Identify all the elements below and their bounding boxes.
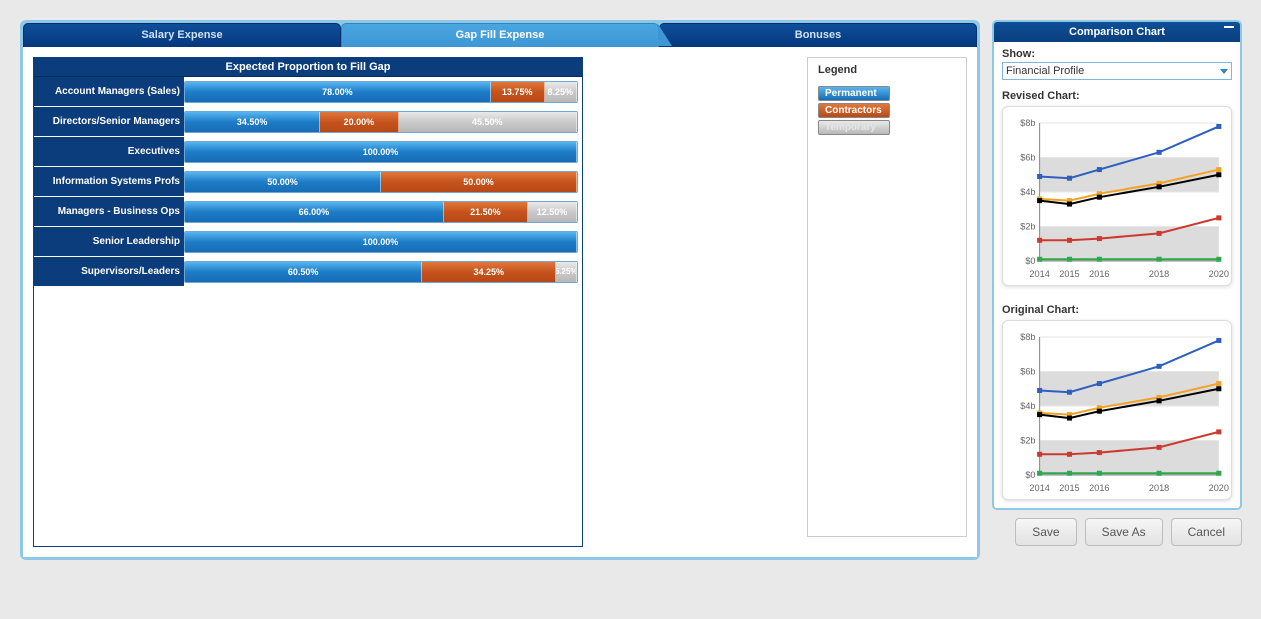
bar-track: 50.00%50.00%: [184, 171, 578, 193]
segment-contractors: 20.00%: [320, 112, 398, 132]
legend-title: Legend: [818, 64, 956, 76]
right-sidebar: Comparison Chart Show: Financial Profile…: [992, 20, 1242, 560]
segment-temporary: 5.25%: [556, 262, 577, 282]
svg-text:$0: $0: [1025, 470, 1035, 480]
bar-row: Account Managers (Sales)78.00%13.75%8.25…: [34, 77, 582, 107]
comparison-title: Comparison Chart: [1069, 26, 1165, 38]
bar-row-label: Directors/Senior Managers: [34, 107, 184, 136]
svg-text:2018: 2018: [1149, 483, 1169, 493]
segment-contractors: 34.25%: [422, 262, 556, 282]
show-select[interactable]: Financial Profile: [1002, 62, 1232, 80]
action-buttons: Save Save As Cancel: [992, 518, 1242, 546]
svg-text:2020: 2020: [1209, 483, 1229, 493]
legend-item-contractors: Contractors: [818, 103, 890, 118]
original-chart-title: Original Chart:: [1002, 304, 1232, 316]
segment-permanent: 50.00%: [185, 172, 381, 192]
bar-track: 100.00%: [184, 141, 578, 163]
svg-text:$4b: $4b: [1020, 187, 1035, 197]
svg-text:2014: 2014: [1029, 269, 1049, 279]
bar-row-label: Account Managers (Sales): [34, 77, 184, 106]
svg-text:$0: $0: [1025, 256, 1035, 266]
segment-permanent: 78.00%: [185, 82, 491, 102]
bar-row: Executives100.00%: [34, 137, 582, 167]
segment-temporary: 8.25%: [545, 82, 577, 102]
segment-permanent: 34.50%: [185, 112, 320, 132]
chevron-down-icon: [1220, 69, 1228, 74]
svg-text:$6b: $6b: [1020, 153, 1035, 163]
bar-row: Directors/Senior Managers34.50%20.00%45.…: [34, 107, 582, 137]
revised-chart-title: Revised Chart:: [1002, 90, 1232, 102]
segment-permanent: 100.00%: [185, 142, 577, 162]
svg-text:2016: 2016: [1089, 269, 1109, 279]
bar-row-label: Executives: [34, 137, 184, 166]
comparison-header: Comparison Chart: [994, 22, 1240, 42]
segment-temporary: 45.50%: [399, 112, 577, 132]
original-chart: $0 $2b $4b $6b $8b 2014 2015 2016 2018 2020: [1002, 320, 1232, 500]
legend-item-permanent: Permanent: [818, 86, 890, 101]
bar-row: Information Systems Profs50.00%50.00%: [34, 167, 582, 197]
revised-chart: $0 $2b $4b $6b $8b 2014 2015 2016 2018 2020: [1002, 106, 1232, 286]
stacked-bar-chart: Expected Proportion to Fill Gap Account …: [33, 57, 583, 547]
main-panel: Salary Expense Gap Fill Expense Bonuses …: [20, 20, 980, 560]
tab-bonuses[interactable]: Bonuses: [659, 23, 977, 47]
show-select-value: Financial Profile: [1006, 65, 1084, 77]
tab-content: Expected Proportion to Fill Gap Account …: [23, 47, 977, 557]
bar-track: 60.50%34.25%5.25%: [184, 261, 578, 283]
tab-bar: Salary Expense Gap Fill Expense Bonuses: [23, 23, 977, 47]
svg-text:2016: 2016: [1089, 483, 1109, 493]
legend-panel: Legend Permanent Contractors Temporary: [807, 57, 967, 537]
tab-gap-fill-expense[interactable]: Gap Fill Expense: [341, 23, 659, 47]
svg-text:2015: 2015: [1059, 483, 1079, 493]
svg-text:$8b: $8b: [1020, 118, 1035, 128]
bar-track: 34.50%20.00%45.50%: [184, 111, 578, 133]
legend-item-temporary: Temporary: [818, 120, 890, 135]
segment-contractors: 21.50%: [444, 202, 528, 222]
cancel-button[interactable]: Cancel: [1171, 518, 1242, 546]
svg-text:$2b: $2b: [1020, 436, 1035, 446]
segment-temporary: 12.50%: [528, 202, 577, 222]
bar-row: Managers - Business Ops66.00%21.50%12.50…: [34, 197, 582, 227]
svg-text:$6b: $6b: [1020, 367, 1035, 377]
segment-permanent: 60.50%: [185, 262, 422, 282]
collapse-icon[interactable]: [1224, 26, 1234, 36]
bar-row-label: Managers - Business Ops: [34, 197, 184, 226]
segment-permanent: 66.00%: [185, 202, 444, 222]
bar-chart-title: Expected Proportion to Fill Gap: [34, 58, 582, 77]
bar-row-label: Information Systems Profs: [34, 167, 184, 196]
bar-row-label: Supervisors/Leaders: [34, 257, 184, 286]
svg-text:2014: 2014: [1029, 483, 1049, 493]
svg-text:$2b: $2b: [1020, 222, 1035, 232]
svg-text:2020: 2020: [1209, 269, 1229, 279]
svg-text:2018: 2018: [1149, 269, 1169, 279]
show-label: Show:: [1002, 48, 1232, 60]
bar-row-label: Senior Leadership: [34, 227, 184, 256]
comparison-chart-panel: Comparison Chart Show: Financial Profile…: [992, 20, 1242, 510]
save-as-button[interactable]: Save As: [1085, 518, 1163, 546]
tab-salary-expense[interactable]: Salary Expense: [23, 23, 341, 47]
save-button[interactable]: Save: [1015, 518, 1076, 546]
svg-text:2015: 2015: [1059, 269, 1079, 279]
svg-text:$8b: $8b: [1020, 332, 1035, 342]
bar-track: 78.00%13.75%8.25%: [184, 81, 578, 103]
segment-permanent: 100.00%: [185, 232, 577, 252]
segment-contractors: 13.75%: [491, 82, 545, 102]
bar-track: 100.00%: [184, 231, 578, 253]
svg-text:$4b: $4b: [1020, 401, 1035, 411]
segment-contractors: 50.00%: [381, 172, 577, 192]
bar-row: Supervisors/Leaders60.50%34.25%5.25%: [34, 257, 582, 287]
bar-track: 66.00%21.50%12.50%: [184, 201, 578, 223]
bar-row: Senior Leadership100.00%: [34, 227, 582, 257]
